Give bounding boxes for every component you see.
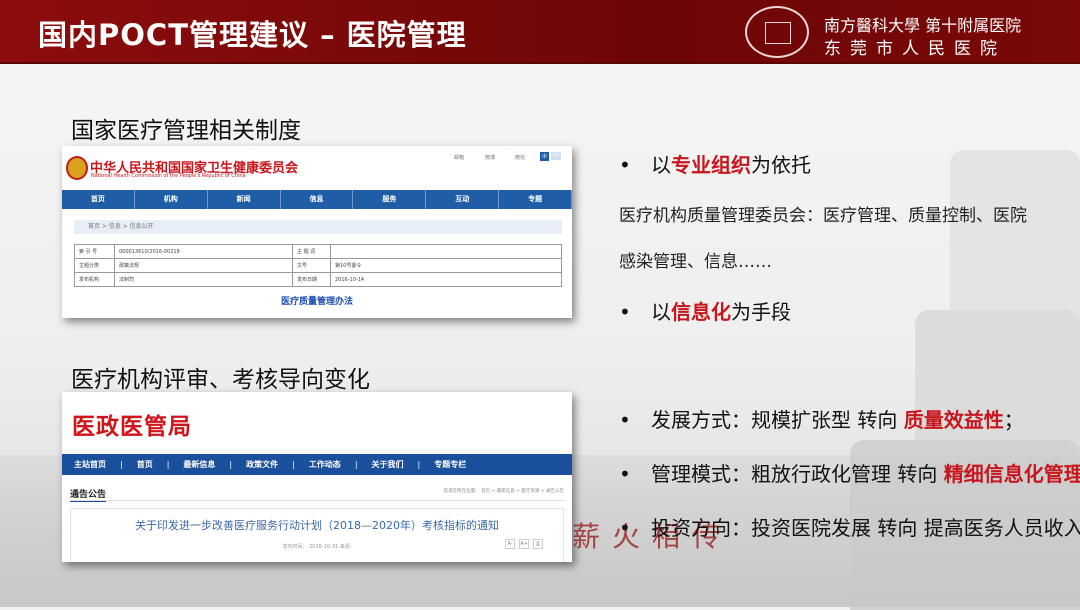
font-decrease-button[interactable]: A- <box>505 539 515 549</box>
notice-card: 关于印发进一步改善医疗服务行动计划（2018—2020年）考核指标的通知 发布时… <box>70 508 564 562</box>
cell: 发布日期 <box>292 272 331 287</box>
hospital-name-line2: 东莞市人民医院 <box>824 39 1006 59</box>
nav-item[interactable]: 关于我们 <box>372 454 404 475</box>
yzyg-nav: 主站首页 | 首页 | 最新信息 | 政策文件 | 工作动态 | 关于我们 | 专题专栏 <box>62 454 572 475</box>
lang-en[interactable]: En <box>551 152 562 160</box>
wechat-link[interactable]: 微信 <box>515 154 525 161</box>
table-row: 索 引 号 000013610/2016-00218 主 题 词 <box>74 244 562 259</box>
cell: 2016-10-14 <box>330 272 562 287</box>
cell: 政策法规 <box>114 258 293 273</box>
breadcrumb: 首页 > 信息 > 信息公开 <box>74 220 562 234</box>
slide-header: 国内POCT管理建议 – 医院管理 南方醫科大學 第十附属医院 东莞市人民医院 <box>0 0 1080 64</box>
section-title-2: 医疗机构评审、考核导向变化 <box>71 367 370 393</box>
nav-item[interactable]: 主站首页 <box>74 454 106 475</box>
slide-title: 国内POCT管理建议 – 医院管理 <box>38 18 467 52</box>
nav-item[interactable]: 首页 <box>62 190 135 209</box>
cell: 文号 <box>292 258 331 273</box>
nav-item[interactable]: 信息 <box>281 190 354 209</box>
notice-title[interactable]: 关于印发进一步改善医疗服务行动计划（2018—2020年）考核指标的通知 <box>71 517 563 533</box>
notice-tools: A- A+ ⎙ <box>505 539 543 549</box>
cell: 索 引 号 <box>74 244 115 259</box>
nav-item[interactable]: 专题 <box>499 190 572 209</box>
table-row: 发布机构 法制司 发布日期 2016-10-14 <box>74 272 562 287</box>
yzyg-website-screenshot: 医政医管局 主站首页 | 首页 | 最新信息 | 政策文件 | 工作动态 | 关于我们 | … <box>62 392 572 562</box>
cell: 主 题 词 <box>292 244 331 259</box>
table-row: 主题分类 政策法规 文号 第10号委令 <box>74 258 562 273</box>
nav-item[interactable]: 新闻 <box>208 190 281 209</box>
cell: 000013610/2016-00218 <box>114 244 293 259</box>
cell: 主题分类 <box>74 258 115 273</box>
national-emblem-icon <box>66 156 88 180</box>
divider <box>70 500 564 501</box>
nhc-name-en: National Health Commission of the People… <box>91 173 246 179</box>
hospital-name-line1: 南方醫科大學 第十附属医院 <box>824 16 1022 35</box>
nav-item[interactable]: 服务 <box>353 190 427 209</box>
lang-zh[interactable]: 中 <box>540 152 550 161</box>
nav-item[interactable]: 政策文件 <box>246 454 278 475</box>
cell: 法制司 <box>114 272 293 287</box>
nav-item[interactable]: 专题专栏 <box>434 454 466 475</box>
notice-meta: 发布时间： 2018-10-31 来源: <box>282 544 352 550</box>
nav-item[interactable]: 机构 <box>135 190 208 209</box>
weibo-link[interactable]: 微博 <box>485 154 495 161</box>
nav-item[interactable]: 最新信息 <box>183 454 215 475</box>
yzyg-logo-text: 医政医管局 <box>72 414 192 440</box>
nhc-nav: 首页 机构 新闻 信息 服务 互动 专题 <box>62 190 572 209</box>
doc-info-table: 索 引 号 000013610/2016-00218 主 题 词 主题分类 政策法规文… <box>74 244 562 287</box>
font-increase-button[interactable]: A+ <box>519 539 529 549</box>
cell: 发布机构 <box>74 272 115 287</box>
print-icon[interactable]: ⎙ <box>533 539 543 549</box>
document-title-link[interactable]: 医疗质量管理办法 <box>62 294 572 307</box>
section-title-1: 国家医疗管理相关制度 <box>71 118 301 144</box>
nhc-website-screenshot: 中华人民共和国国家卫生健康委员会 National Health Commiss… <box>62 146 572 318</box>
mail-link[interactable]: 邮箱 <box>454 154 464 161</box>
cell <box>330 244 562 259</box>
cell: 第10号委令 <box>330 258 562 273</box>
hospital-seal-logo <box>745 6 809 58</box>
breadcrumb: 您现在所在位置： 首页 > 最新信息 > 医疗资源 > 通告公告 <box>443 489 564 494</box>
nav-item[interactable]: 互动 <box>426 190 500 209</box>
nav-item[interactable]: 工作动态 <box>309 454 341 475</box>
nav-item[interactable]: 首页 <box>137 454 153 475</box>
